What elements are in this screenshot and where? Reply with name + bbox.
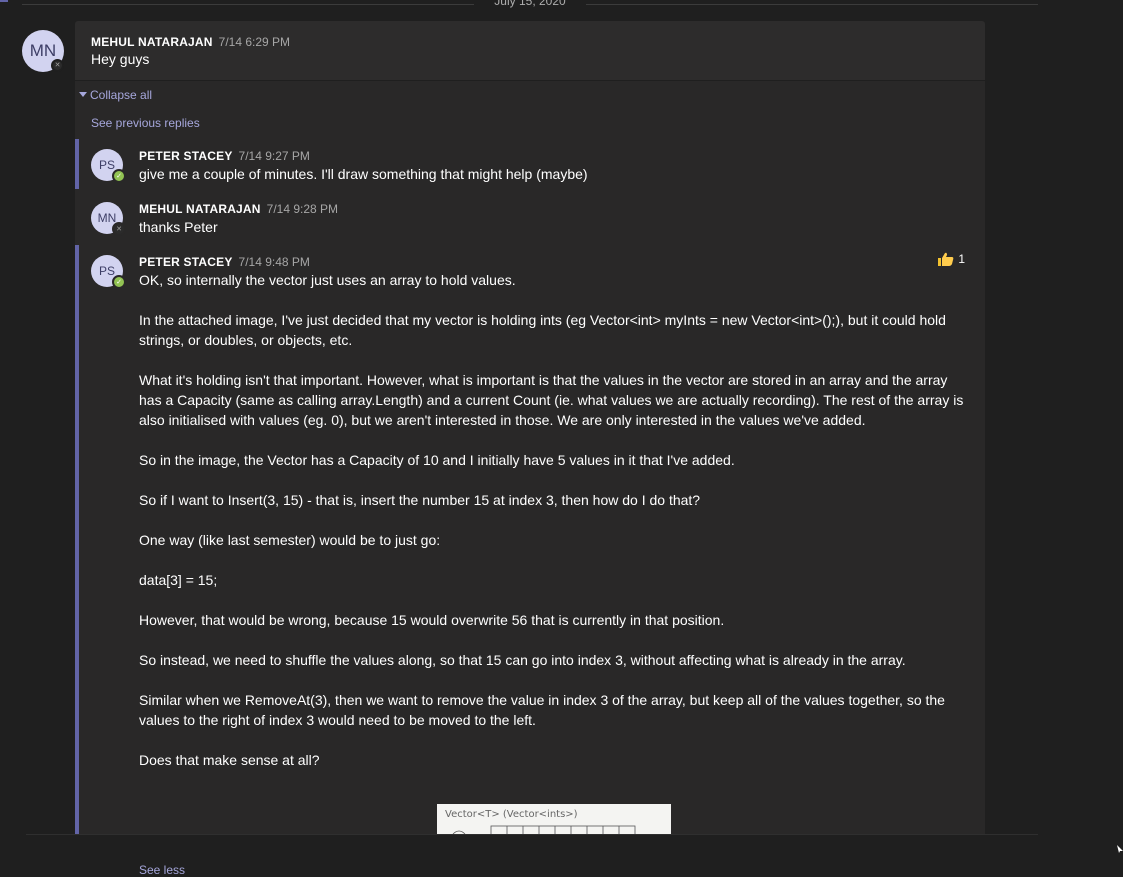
- author-name[interactable]: PETER STACEY: [139, 255, 233, 269]
- divider-line-left: [22, 4, 474, 5]
- date-divider: July 15, 2020: [22, 0, 1038, 10]
- reply-message[interactable]: MN ✕ MEHUL NATARAJAN 7/14 9:28 PM thanks …: [75, 192, 985, 242]
- paragraph: What it's holding isn't that important. …: [139, 372, 964, 428]
- mouse-cursor-icon: [1117, 845, 1123, 853]
- see-previous-replies-link[interactable]: See previous replies: [91, 116, 200, 130]
- see-less-link[interactable]: See less: [139, 863, 185, 877]
- presence-available-icon: ✓: [112, 275, 126, 289]
- author-name[interactable]: MEHUL NATARAJAN: [139, 202, 261, 216]
- message-text: OK, so internally the vector just uses a…: [139, 270, 969, 770]
- caret-down-icon: [79, 92, 87, 98]
- attachment-image[interactable]: Vector<T> (Vector<ints>): [437, 804, 671, 834]
- root-message[interactable]: MEHUL NATARAJAN 7/14 6:29 PM Hey guys: [75, 21, 985, 80]
- reply-message[interactable]: PS ✓ PETER STACEY 7/14 9:48 PM 1 OK, so i…: [75, 245, 985, 877]
- paragraph: So instead, we need to shuffle the value…: [139, 652, 906, 668]
- presence-offline-icon: ✕: [51, 59, 64, 72]
- message-thread: MEHUL NATARAJAN 7/14 6:29 PM Hey guys Col…: [75, 21, 985, 877]
- handwritten-diagram: Vector<T> (Vector<ints>): [445, 809, 636, 834]
- author-name[interactable]: PETER STACEY: [139, 149, 233, 163]
- message-header: PETER STACEY 7/14 9:27 PM: [139, 147, 310, 165]
- replies-area: Collapse all See previous replies PS ✓ P…: [75, 80, 985, 877]
- avatar-initials: PS: [98, 264, 115, 278]
- app-left-accent: [0, 0, 8, 2]
- paragraph: Does that make sense at all?: [139, 752, 320, 768]
- timestamp: 7/14 9:48 PM: [238, 255, 310, 269]
- message-text: thanks Peter: [139, 219, 218, 235]
- handwriting-text: Vector<T> (Vector<ints>): [445, 809, 578, 820]
- reaction-badge[interactable]: 1: [938, 252, 965, 266]
- paragraph: So in the image, the Vector has a Capaci…: [139, 452, 735, 468]
- author-name[interactable]: MEHUL NATARAJAN: [91, 35, 213, 49]
- timestamp: 7/14 6:29 PM: [218, 35, 291, 49]
- reply-accent-bar: [75, 139, 79, 189]
- timestamp: 7/14 9:28 PM: [266, 202, 339, 216]
- date-divider-label: July 15, 2020: [494, 0, 566, 8]
- avatar[interactable]: PS ✓: [91, 255, 126, 289]
- reply-message[interactable]: PS ✓ PETER STACEY 7/14 9:27 PM give me a …: [75, 139, 985, 189]
- thumbs-up-icon: [938, 252, 954, 266]
- collapse-all-label: Collapse all: [90, 88, 153, 102]
- paragraph: So if I want to Insert(3, 15) - that is,…: [139, 492, 701, 508]
- divider-line-right: [586, 4, 1038, 5]
- paragraph: Similar when we RemoveAt(3), then we wan…: [139, 692, 945, 728]
- message-text: give me a couple of minutes. I'll draw s…: [139, 166, 588, 182]
- message-text: Hey guys: [91, 51, 150, 67]
- timestamp: 7/14 9:27 PM: [238, 149, 310, 163]
- avatar-initials: PS: [98, 158, 115, 172]
- avatar[interactable]: MN ✕: [22, 30, 64, 72]
- paragraph: One way (like last semester) would be to…: [139, 532, 441, 548]
- paragraph: OK, so internally the vector just uses a…: [139, 272, 516, 288]
- message-header: MEHUL NATARAJAN 7/14 9:28 PM: [139, 200, 338, 218]
- paragraph: However, that would be wrong, because 15…: [139, 612, 725, 628]
- composer-divider: [26, 834, 1038, 835]
- message-header: PETER STACEY 7/14 9:48 PM: [139, 253, 310, 271]
- reply-accent-bar: [75, 245, 79, 835]
- avatar-initials: MN: [29, 41, 57, 60]
- presence-offline-icon: ✕: [112, 222, 126, 236]
- paragraph: In the attached image, I've just decided…: [139, 312, 946, 348]
- avatar[interactable]: MN ✕: [91, 202, 126, 236]
- collapse-all-button[interactable]: Collapse all: [79, 88, 152, 102]
- reaction-count: 1: [958, 252, 965, 266]
- presence-available-icon: ✓: [112, 169, 126, 183]
- paragraph: data[3] = 15;: [139, 572, 218, 588]
- avatar[interactable]: PS ✓: [91, 149, 126, 183]
